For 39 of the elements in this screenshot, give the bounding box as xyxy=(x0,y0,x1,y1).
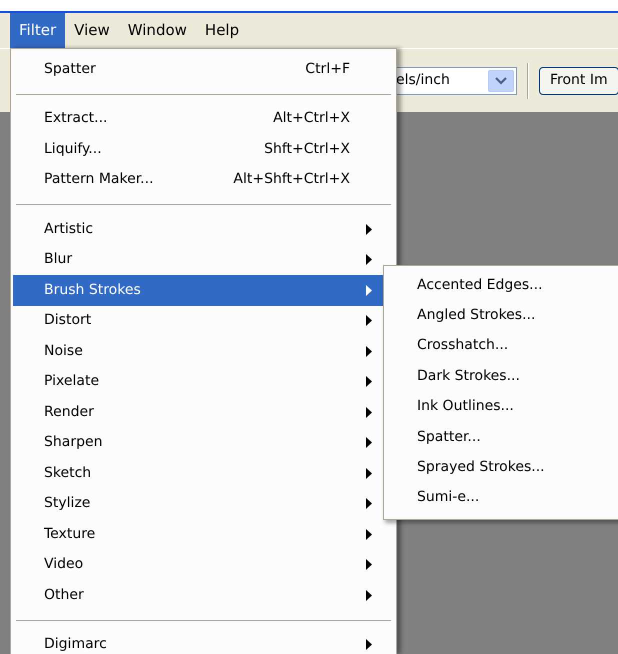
submenu-arrow-icon xyxy=(366,528,372,540)
menu-bar-item[interactable]: View xyxy=(65,13,119,48)
submenu-arrow-icon xyxy=(366,559,372,570)
submenu-arrow-icon xyxy=(366,590,372,601)
submenu-item[interactable]: Dark Strokes... xyxy=(384,361,618,392)
menu-bar-item[interactable]: Filter xyxy=(10,13,66,48)
menu-item[interactable]: Spatter Ctrl+F xyxy=(13,54,394,84)
submenu-arrow-icon xyxy=(366,437,372,448)
shortcut-text: Shft+Ctrl+X xyxy=(264,140,350,159)
submenu-item[interactable]: Sumi-e... xyxy=(384,482,618,514)
submenu-arrow-icon xyxy=(366,224,372,235)
menu-item[interactable]: Video xyxy=(13,550,394,580)
submenu-arrow-icon xyxy=(366,406,372,418)
menu-item[interactable]: Texture xyxy=(13,519,394,550)
submenu-arrow-icon xyxy=(366,498,372,510)
front-image-button[interactable]: Front Im xyxy=(539,66,618,94)
shortcut-text: Alt+Ctrl+X xyxy=(273,109,350,128)
menu-item[interactable]: Artistic xyxy=(13,214,394,244)
submenu-item[interactable]: Crosshatch... xyxy=(384,330,618,362)
dropdown-value: els/inch xyxy=(396,71,450,90)
menu-item[interactable]: Pattern Maker... Alt+Shft+Ctrl+X xyxy=(13,164,394,195)
submenu-item[interactable]: Spatter... xyxy=(384,422,618,452)
submenu-arrow-icon xyxy=(366,468,372,479)
menu-bar-item[interactable]: Window xyxy=(118,13,196,48)
shortcut-text: Alt+Shft+Ctrl+X xyxy=(233,170,350,190)
shortcut-text: Ctrl+F xyxy=(305,60,350,79)
menu-bar-item[interactable]: Help xyxy=(196,13,248,48)
submenu-arrow-icon xyxy=(366,254,372,266)
submenu-item[interactable]: Ink Outlines... xyxy=(384,392,618,422)
submenu-arrow-icon xyxy=(366,284,372,296)
menu-item[interactable]: Extract... Alt+Ctrl+X xyxy=(13,104,394,134)
submenu-item[interactable]: Sprayed Strokes... xyxy=(384,452,618,483)
submenu-arrow-icon xyxy=(366,315,372,326)
menu-item[interactable]: Digimarc xyxy=(13,630,394,654)
submenu-arrow-icon xyxy=(366,376,372,388)
submenu-arrow-icon xyxy=(366,639,372,650)
menu-item[interactable]: Other xyxy=(13,580,394,610)
submenu-arrow-icon xyxy=(366,346,372,357)
menu-item[interactable]: Liquify... Shft+Ctrl+X xyxy=(13,134,394,164)
